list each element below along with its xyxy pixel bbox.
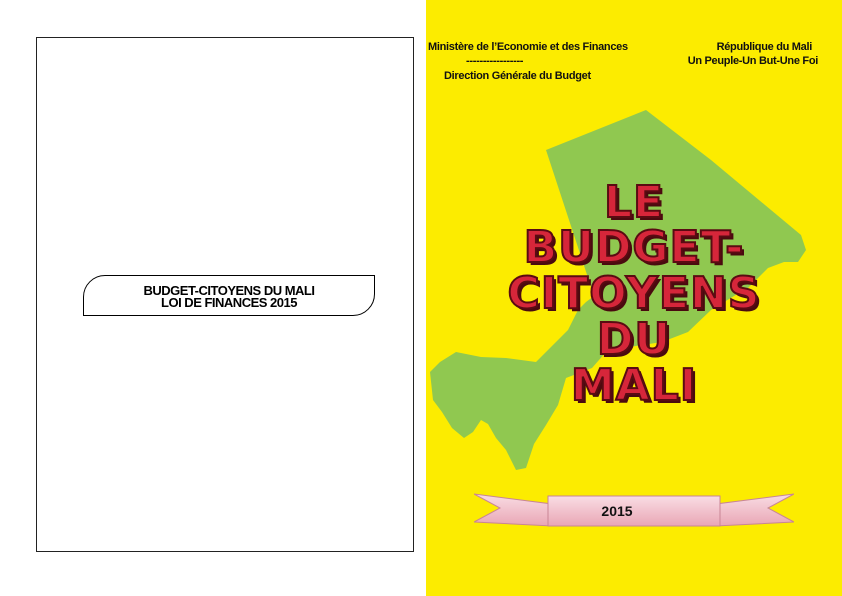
cover-title-line-1: LE xyxy=(603,177,665,228)
cover-title-line-4: DU xyxy=(596,314,672,365)
back-cover-title-box: BUDGET-CITOYENS DU MALI LOI DE FINANCES … xyxy=(83,275,375,316)
cover-title-line-5: MALI xyxy=(570,360,698,411)
ministry-label: Ministère de l’Economie et des Finances xyxy=(428,41,628,53)
directorate-label: Direction Générale du Budget xyxy=(444,70,591,82)
back-cover-page: BUDGET-CITOYENS DU MALI LOI DE FINANCES … xyxy=(36,37,414,552)
national-motto: Un Peuple-Un But-Une Foi xyxy=(687,55,819,67)
cover-title-line-3: CITOYENS xyxy=(507,268,761,319)
front-cover-page: Ministère de l’Economie et des Finances … xyxy=(426,0,842,596)
cover-year: 2015 xyxy=(601,503,633,519)
back-cover-title-line-2: LOI DE FINANCES 2015 xyxy=(161,295,297,310)
cover-title-line-2: BUDGET- xyxy=(523,222,745,273)
republic-label: République du Mali xyxy=(716,41,813,53)
header-separator: ----------------- xyxy=(466,55,524,67)
